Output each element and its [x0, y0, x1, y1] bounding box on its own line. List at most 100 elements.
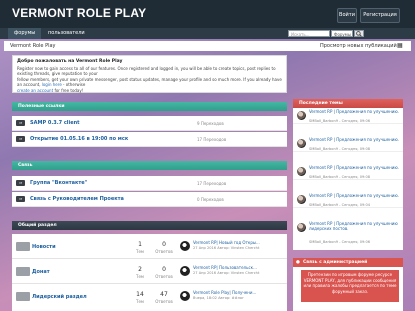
list-item[interactable]: ⇒ Связь с Руководителем Проекта 0 Перехо…: [12, 192, 287, 207]
avatar[interactable]: [180, 266, 190, 276]
recent-topics-list: Vermont RP | Предложения по улучшению. S…: [293, 108, 403, 250]
admin-contact-header: ● Связь с администрацией: [293, 258, 403, 267]
link-icon: ⇒: [16, 136, 25, 142]
admin-message: Претензии по игровым форуме ресурсе VERM…: [301, 270, 399, 302]
replies-label: Ответов: [155, 274, 173, 279]
forum-name[interactable]: Новости: [32, 244, 56, 250]
section-title: Полезные ссылки: [18, 104, 65, 109]
list-item[interactable]: Vermont RP | Предложения по улучшению. S…: [293, 108, 403, 124]
link-icon: ⇒: [16, 180, 25, 186]
site-logo[interactable]: VERMONT ROLE PLAY: [12, 6, 146, 20]
site-header: VERMONT ROLE PLAY Войти Регистрация: [0, 0, 415, 28]
notice-title: Добро пожаловать на Vermont Role Play: [17, 59, 123, 64]
row-title[interactable]: Группа "Вконтакте": [30, 180, 87, 186]
tab-users[interactable]: пользователи: [42, 28, 91, 39]
register-button[interactable]: Регистрация: [360, 8, 400, 23]
last-post-title[interactable]: Vermont RP| Пользовательск...: [193, 265, 257, 270]
recent-topics-title: Последние темы: [299, 101, 343, 106]
avatar[interactable]: [180, 241, 190, 251]
last-post-meta: 27 Апр 2016 Автор: Vinsten Chercht: [193, 246, 260, 250]
create-account-link[interactable]: create an account: [17, 88, 53, 93]
notice-text-1: Register now to gain access to all of ou…: [17, 65, 276, 77]
list-item[interactable]: Vermont RP | Предложения по улучшению. S…: [293, 164, 403, 180]
breadcrumb-home[interactable]: Vermont Role Play: [10, 41, 56, 51]
new-posts-link[interactable]: Просмотр новых публикаций: [320, 41, 397, 51]
avatar[interactable]: [297, 139, 306, 148]
section-title: Связь: [18, 163, 33, 168]
topics-label: Тем: [136, 274, 144, 279]
search-input[interactable]: Искать...: [288, 30, 330, 37]
forum-icon: [16, 267, 30, 276]
replies-label: Ответов: [155, 299, 173, 304]
search-button[interactable]: [354, 30, 364, 37]
shield-icon: ●: [296, 260, 300, 265]
row-title[interactable]: SAMP 0.3.7 client: [30, 120, 80, 126]
topics-count: 1: [138, 241, 142, 248]
section-title: Общий раздел: [18, 223, 57, 228]
replies-count: 47: [160, 291, 168, 298]
recent-topics-header: Последние темы: [293, 99, 403, 108]
last-post-meta: 27 Апр 2016 Автор: Vinsten Chercht: [193, 271, 260, 275]
section-general-header[interactable]: Общий раздел: [12, 221, 287, 230]
admin-contact-title: Связь с администрацией: [303, 260, 368, 265]
forum-name[interactable]: Лидерский раздел: [32, 294, 87, 300]
login-button[interactable]: Войти: [337, 8, 357, 23]
topic-title[interactable]: Vermont RP | Предложения по улучшению.: [309, 165, 401, 171]
avatar[interactable]: [180, 291, 190, 301]
row-stat: 0 Переходов: [197, 197, 224, 202]
row-title[interactable]: Связь с Руководителем Проекта: [30, 196, 124, 202]
avatar[interactable]: [297, 167, 306, 176]
topic-title[interactable]: Vermont RP | Предложения по улучшению.: [309, 193, 401, 199]
welcome-notice: Добро пожаловать на Vermont Role Play Re…: [12, 55, 287, 93]
replies-count: 0: [162, 241, 166, 248]
breadcrumb-bar: Vermont Role Play Просмотр новых публика…: [4, 41, 411, 51]
avatar[interactable]: [297, 223, 306, 232]
topic-title[interactable]: Vermont RP | Предложения по улучшению.: [309, 137, 401, 143]
replies-count: 0: [162, 266, 166, 273]
topics-label: Тем: [136, 299, 144, 304]
last-post-meta: Вчера, 18:02 Автор: ##лог: [193, 296, 244, 300]
topic-meta: SMBoll_Barbon9 - Сегодня, 09:04: [309, 203, 371, 207]
list-item[interactable]: Vermont RP | Предложения по улучшению ли…: [293, 220, 403, 250]
admin-contact-body: Претензии по игровым форуме ресурсе VERM…: [293, 267, 403, 311]
notice-text-3: - otherwise: [61, 82, 86, 87]
section-contact-header[interactable]: Связь: [12, 161, 287, 170]
link-icon: ⇒: [16, 196, 25, 202]
forum-icon: [16, 242, 30, 251]
search-icon: [356, 31, 362, 37]
notice-text-4: for free today!: [53, 87, 84, 93]
list-item[interactable]: Vermont RP | Предложения по улучшению. S…: [293, 136, 403, 152]
topics-count: 14: [136, 291, 144, 298]
replies-label: Ответов: [155, 249, 173, 254]
list-item[interactable]: ⇒ SAMP 0.3.7 client 9 Переходов: [12, 116, 287, 131]
topic-meta: SMBoll_Barbon9 - Сегодня, 09:08: [309, 175, 371, 179]
last-post-title[interactable]: Vermont RP| Новый год Откры...: [193, 240, 260, 245]
topics-count: 2: [138, 266, 142, 273]
topic-title[interactable]: Vermont RP | Предложения по улучшению ли…: [309, 221, 401, 231]
topic-title[interactable]: Vermont RP | Предложения по улучшению.: [309, 109, 401, 115]
rss-icon[interactable]: ▦: [397, 41, 403, 51]
tab-forums[interactable]: форумы: [8, 28, 42, 39]
list-item[interactable]: Vermont RP | Предложения по улучшению. S…: [293, 192, 403, 208]
section-useful-links-header[interactable]: Полезные ссылки: [12, 102, 287, 111]
search-scope-select[interactable]: Форумы: [331, 30, 353, 37]
topic-meta: SMBoll_Barbon9 - Сегодня, 09:06: [309, 119, 371, 123]
row-stat: 17 Переходов: [197, 137, 227, 142]
forum-row[interactable]: Лидерский раздел 14 Тем 47 Ответов Vermo…: [12, 284, 287, 311]
avatar[interactable]: [297, 111, 306, 120]
row-stat: 9 Переходов: [197, 121, 224, 126]
topic-meta: SMBoll_Barbon9 - Сегодня, 09:06: [309, 240, 371, 244]
last-post-title[interactable]: Vermont Role Play| Получени...: [193, 290, 256, 295]
forum-name[interactable]: Донат: [32, 269, 50, 275]
row-title[interactable]: Открытие 01.05.16 в 19:00 по мск: [30, 136, 128, 142]
avatar[interactable]: [297, 195, 306, 204]
admin-contact-box: ● Связь с администрацией Претензии по иг…: [293, 258, 403, 311]
link-icon: ⇒: [16, 120, 25, 126]
topic-meta: SMBoll_Barbon9 - Сегодня, 09:08: [309, 147, 371, 151]
list-item[interactable]: ⇒ Группа "Вконтакте" 17 Переходов: [12, 176, 287, 191]
forum-row[interactable]: Донат 2 Тем 0 Ответов Vermont RP| Пользо…: [12, 259, 287, 284]
login-here-link[interactable]: login here: [42, 82, 62, 87]
list-item[interactable]: ⇒ Открытие 01.05.16 в 19:00 по мск 17 Пе…: [12, 132, 287, 147]
forum-icon: [16, 292, 30, 301]
forum-row[interactable]: Новости 1 Тем 0 Ответов Vermont RP| Новы…: [12, 234, 287, 259]
